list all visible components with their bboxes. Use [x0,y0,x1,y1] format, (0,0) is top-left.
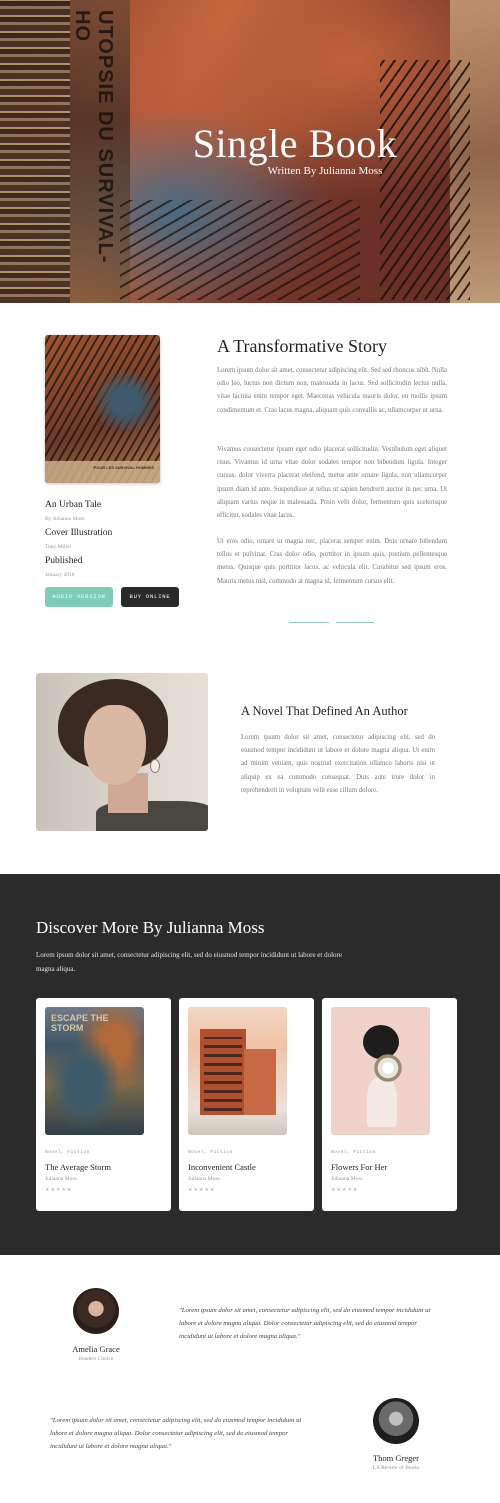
book-card-author: Julianna Moss [188,1176,220,1182]
hero-banner: UTOPSIE DU SURVIVAL-HO Single Book Writt… [0,0,500,303]
book-cover-label: POUR LES SURVIVAL HOMMES [93,465,154,470]
cover-building [244,1049,276,1115]
book-detail-sub: By Julianna Moss [45,516,85,522]
book-detail-sub: Tony Miller [45,544,72,550]
book-card-author: Julianna Moss [331,1176,363,1182]
section-divider [289,622,329,623]
cover-bouquet [373,1051,403,1085]
story-paragraph: Ut eros odio, ornare in magna nec, place… [217,538,447,585]
page-title: Single Book [192,121,398,166]
story-heading: A Transformative Story [217,336,388,356]
author-photo [36,673,208,831]
testimonial-name: Thom Greger [372,1453,420,1463]
book-cover-image: POUR LES SURVIVAL HOMMES [45,335,160,483]
photo-face [84,705,146,785]
book-detail-title: Published [45,556,83,566]
audio-version-button[interactable]: AUDIO VERSION [45,587,113,607]
hero-art-hatching-lower [120,200,360,300]
testimonial-quote: "Lorem ipsum dolor sit amet, consectetur… [50,1417,302,1450]
book-card-genre: Novel, Fiction [331,1150,376,1155]
discover-heading: Discover More By Julianna Moss [36,918,265,937]
star-rating: ★★★★★ [45,1187,73,1193]
book-card-title[interactable]: Flowers For Her [331,1162,387,1172]
section-divider [336,622,374,623]
hero-art-hatching [380,60,470,300]
book-card-cover [188,1007,287,1135]
book-card-title[interactable]: The Average Storm [45,1162,111,1172]
book-card-genre: Novel, Fiction [45,1150,90,1155]
star-rating: ★★★★★ [188,1187,216,1193]
book-card-genre: Novel, Fiction [188,1150,233,1155]
book-card-cover [331,1007,430,1135]
book-card-author: Julianna Moss [45,1176,77,1182]
avatar [373,1398,419,1444]
testimonial-name: Amelia Grace [72,1344,120,1354]
book-card-cover-text: ESCAPE THE STORM [51,1013,109,1033]
photo-earring [150,759,160,773]
buy-online-button[interactable]: BUY ONLINE [121,587,179,607]
book-detail-sub: January 2018 [45,572,75,578]
book-detail-title: An Urban Tale [45,500,102,510]
page-subtitle: Written By Julianna Moss [267,165,383,177]
book-card[interactable]: Novel, Fiction Flowers For Her Julianna … [322,998,457,1211]
testimonial-role: LA Review of Books [372,1465,420,1471]
book-card[interactable]: Novel, Fiction Inconvenient Castle Julia… [179,998,314,1211]
discover-description: Lorem ipsum dolor sit amet, consectetur … [36,951,342,973]
cover-figure [367,1077,397,1127]
book-detail-title: Cover Illustration [45,528,113,538]
avatar [73,1288,119,1334]
testimonial-quote: "Lorem ipsum dolor sit amet, consectetur… [179,1307,431,1340]
star-rating: ★★★★★ [331,1187,359,1193]
testimonial-role: Readers Choice [78,1356,114,1362]
author-heading: A Novel That Defined An Author [241,704,408,718]
book-card[interactable]: ESCAPE THE STORM Novel, Fiction The Aver… [36,998,171,1211]
cover-windows [204,1037,242,1111]
book-card-cover: ESCAPE THE STORM [45,1007,144,1135]
story-paragraph: Vivamus consectetur ipsum eget odio plac… [217,446,447,520]
book-cover-band: POUR LES SURVIVAL HOMMES [45,461,160,483]
author-paragraph: Lorem ipsum dolor sit amet, consectetur … [241,734,435,794]
book-card-title[interactable]: Inconvenient Castle [188,1162,256,1172]
story-paragraph: Lorem ipsum dolor sit amet, consectetur … [217,367,447,414]
